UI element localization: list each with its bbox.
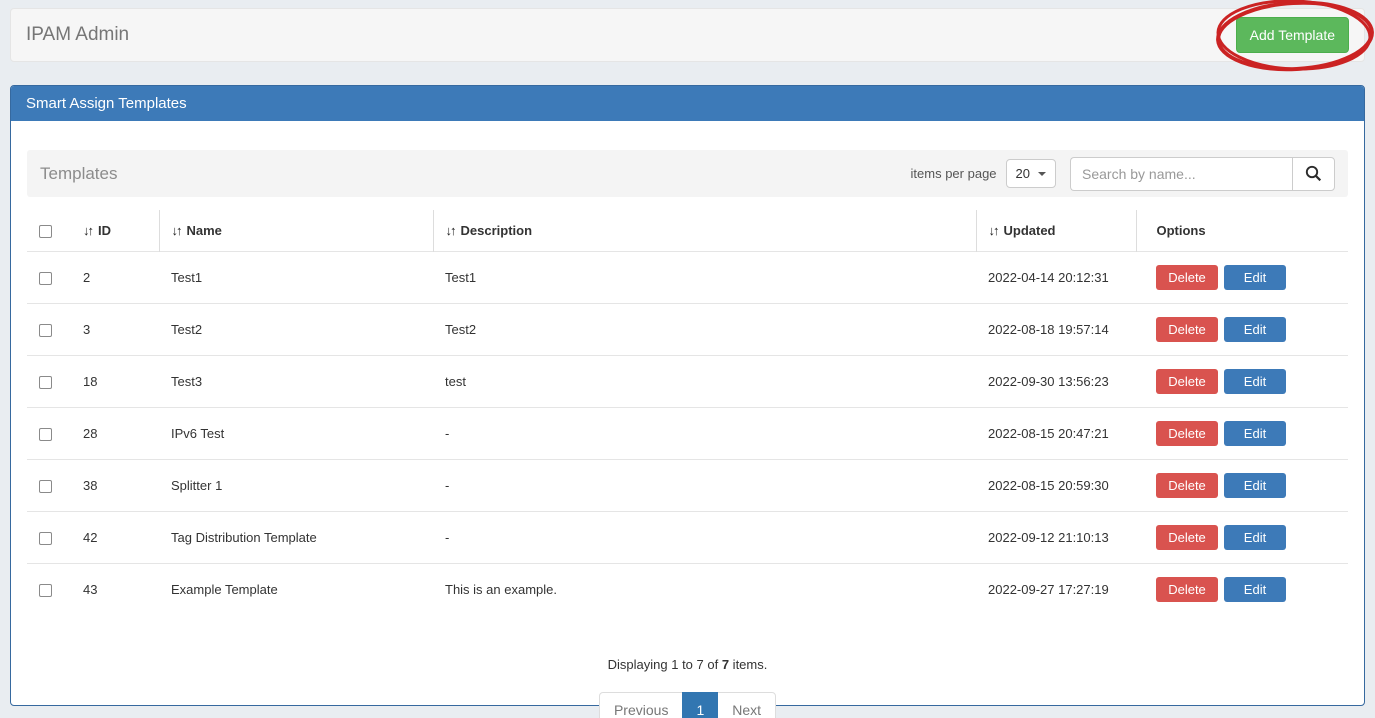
cell-updated: 2022-09-30 13:56:23 — [976, 356, 1136, 408]
toolbar-controls: items per page 20 — [911, 157, 1335, 191]
column-header-id[interactable]: ↓↑ID — [71, 210, 159, 252]
delete-button[interactable]: Delete — [1156, 317, 1218, 342]
table-row: 2 Test1 Test1 2022-04-14 20:12:31 Delete… — [27, 252, 1348, 304]
delete-button[interactable]: Delete — [1156, 369, 1218, 394]
templates-table: ↓↑ID ↓↑Name ↓↑Description ↓↑Updated Opti… — [27, 210, 1348, 615]
cell-id: 2 — [71, 252, 159, 304]
cell-description: - — [433, 408, 976, 460]
row-checkbox[interactable] — [39, 584, 52, 597]
edit-button[interactable]: Edit — [1224, 369, 1286, 394]
cell-updated: 2022-04-14 20:12:31 — [976, 252, 1136, 304]
column-header-name[interactable]: ↓↑Name — [159, 210, 433, 252]
table-row: 43 Example Template This is an example. … — [27, 564, 1348, 616]
cell-name: Test2 — [159, 304, 433, 356]
edit-button[interactable]: Edit — [1224, 577, 1286, 602]
cell-id: 3 — [71, 304, 159, 356]
cell-id: 18 — [71, 356, 159, 408]
add-template-button[interactable]: Add Template — [1236, 17, 1349, 53]
cell-description: test — [433, 356, 976, 408]
cell-updated: 2022-08-15 20:59:30 — [976, 460, 1136, 512]
cell-name: Splitter 1 — [159, 460, 433, 512]
header-checkbox-cell — [27, 210, 71, 252]
delete-button[interactable]: Delete — [1156, 473, 1218, 498]
row-checkbox[interactable] — [39, 428, 52, 441]
sort-icon: ↓↑ — [446, 223, 455, 238]
page-1-button[interactable]: 1 — [682, 692, 718, 718]
edit-button[interactable]: Edit — [1224, 317, 1286, 342]
sort-icon: ↓↑ — [83, 223, 92, 238]
top-bar: IPAM Admin Add Template — [10, 8, 1365, 62]
row-checkbox[interactable] — [39, 272, 52, 285]
cell-updated: 2022-08-15 20:47:21 — [976, 408, 1136, 460]
select-all-checkbox[interactable] — [39, 225, 52, 238]
cell-description: - — [433, 512, 976, 564]
cell-description: Test2 — [433, 304, 976, 356]
search-input[interactable] — [1070, 157, 1292, 191]
cell-id: 38 — [71, 460, 159, 512]
pagination: Previous 1 Next — [27, 692, 1348, 718]
panel-heading: Smart Assign Templates — [11, 86, 1364, 121]
edit-button[interactable]: Edit — [1224, 265, 1286, 290]
delete-button[interactable]: Delete — [1156, 525, 1218, 550]
column-header-updated[interactable]: ↓↑Updated — [976, 210, 1136, 252]
cell-id: 42 — [71, 512, 159, 564]
page-title: IPAM Admin — [26, 24, 129, 46]
sort-icon: ↓↑ — [989, 223, 998, 238]
table-row: 38 Splitter 1 - 2022-08-15 20:59:30 Dele… — [27, 460, 1348, 512]
search-group — [1070, 157, 1335, 191]
edit-button[interactable]: Edit — [1224, 421, 1286, 446]
table-row: 42 Tag Distribution Template - 2022-09-1… — [27, 512, 1348, 564]
displaying-status: Displaying 1 to 7 of 7 items. — [27, 657, 1348, 672]
smart-assign-templates-panel: Smart Assign Templates Templates items p… — [10, 85, 1365, 706]
row-checkbox[interactable] — [39, 480, 52, 493]
cell-name: Example Template — [159, 564, 433, 616]
cell-updated: 2022-09-12 21:10:13 — [976, 512, 1136, 564]
table-toolbar: Templates items per page 20 — [27, 150, 1348, 197]
edit-button[interactable]: Edit — [1224, 525, 1286, 550]
row-checkbox[interactable] — [39, 376, 52, 389]
sort-icon: ↓↑ — [172, 223, 181, 238]
templates-title: Templates — [40, 164, 117, 184]
table-row: 3 Test2 Test2 2022-08-18 19:57:14 Delete… — [27, 304, 1348, 356]
page: IPAM Admin Add Template Smart Assign Tem… — [0, 0, 1375, 718]
cell-description: Test1 — [433, 252, 976, 304]
items-per-page-label: items per page — [911, 166, 997, 181]
search-button[interactable] — [1292, 157, 1335, 191]
row-checkbox[interactable] — [39, 532, 52, 545]
delete-button[interactable]: Delete — [1156, 265, 1218, 290]
search-icon — [1305, 165, 1322, 182]
cell-name: Tag Distribution Template — [159, 512, 433, 564]
table-header-row: ↓↑ID ↓↑Name ↓↑Description ↓↑Updated Opti… — [27, 210, 1348, 252]
edit-button[interactable]: Edit — [1224, 473, 1286, 498]
column-header-options: Options — [1136, 210, 1348, 252]
table-row: 18 Test3 test 2022-09-30 13:56:23 Delete… — [27, 356, 1348, 408]
cell-id: 43 — [71, 564, 159, 616]
panel-body: Templates items per page 20 — [11, 121, 1364, 718]
cell-name: IPv6 Test — [159, 408, 433, 460]
cell-description: - — [433, 460, 976, 512]
chevron-down-icon — [1038, 172, 1046, 176]
cell-name: Test3 — [159, 356, 433, 408]
items-per-page-value: 20 — [1016, 166, 1030, 181]
previous-page-button[interactable]: Previous — [599, 692, 683, 718]
column-header-description[interactable]: ↓↑Description — [433, 210, 976, 252]
delete-button[interactable]: Delete — [1156, 577, 1218, 602]
row-checkbox[interactable] — [39, 324, 52, 337]
cell-updated: 2022-09-27 17:27:19 — [976, 564, 1136, 616]
items-per-page-select[interactable]: 20 — [1006, 159, 1056, 188]
next-page-button[interactable]: Next — [717, 692, 776, 718]
cell-name: Test1 — [159, 252, 433, 304]
table-row: 28 IPv6 Test - 2022-08-15 20:47:21 Delet… — [27, 408, 1348, 460]
delete-button[interactable]: Delete — [1156, 421, 1218, 446]
total-items-count: 7 — [722, 657, 729, 672]
cell-id: 28 — [71, 408, 159, 460]
cell-updated: 2022-08-18 19:57:14 — [976, 304, 1136, 356]
cell-description: This is an example. — [433, 564, 976, 616]
